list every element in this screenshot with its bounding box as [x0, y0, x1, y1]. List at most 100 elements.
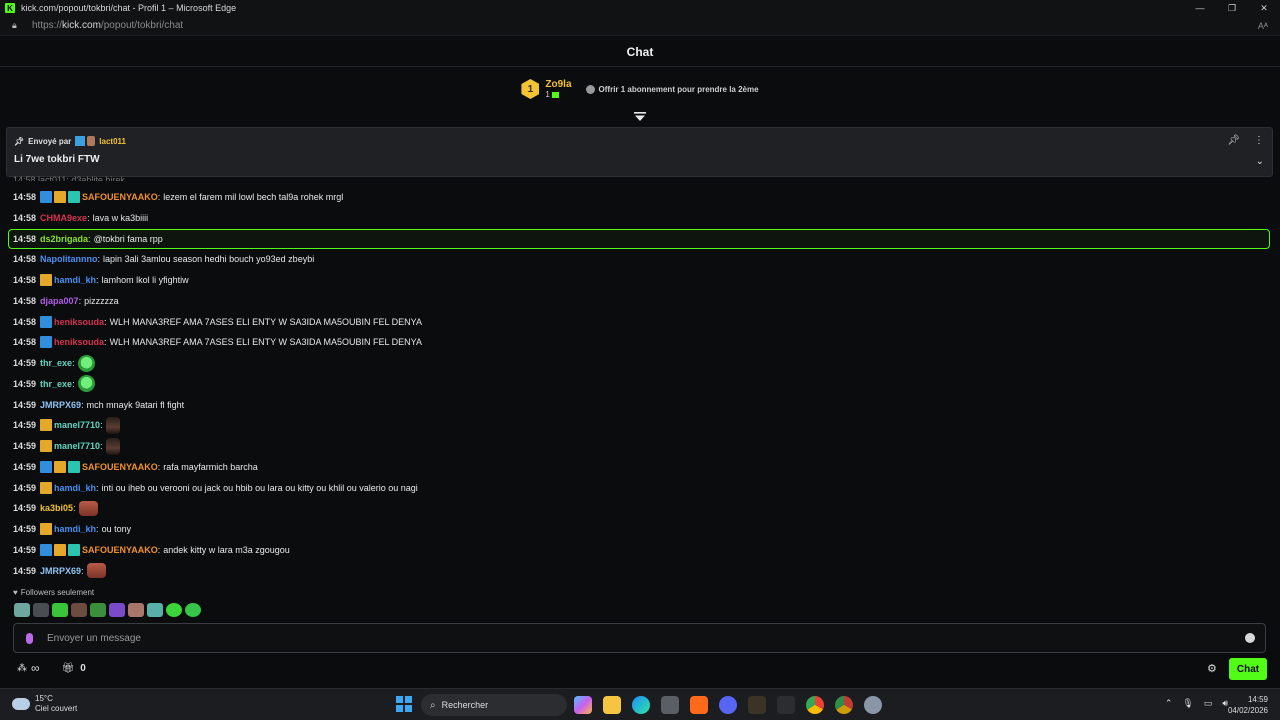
microphone-icon[interactable]	[26, 632, 33, 644]
message-username[interactable]: JMRPX69	[40, 566, 81, 576]
partially-hidden-message: 14:58 lact011: d3ahlite hirek	[13, 175, 125, 181]
user-badge-icon	[54, 543, 67, 556]
url-text[interactable]: https://kick.com/popout/tokbri/chat	[32, 20, 183, 31]
chat-message: 14:59 hamdi_kh: ou tony	[13, 520, 131, 538]
app-orange-icon[interactable]	[690, 696, 708, 714]
emote-1[interactable]	[14, 603, 30, 617]
chat-message: 14:59 SAFOUENYAAKO: rafa mayfarmich barcha	[13, 458, 258, 476]
app-c-icon[interactable]	[777, 696, 795, 714]
message-username[interactable]: manel7710	[54, 420, 100, 430]
chrome-alt-icon[interactable]	[835, 696, 853, 714]
mic-tray-icon[interactable]: 🎙︎	[1182, 698, 1193, 709]
game-icon[interactable]	[748, 696, 766, 714]
message-username[interactable]: JMRPX69	[40, 400, 81, 410]
message-time: 14:58	[13, 316, 37, 327]
message-username[interactable]: CHMA9exe	[40, 213, 87, 223]
read-aloud-icon[interactable]: Aᴬ	[1258, 21, 1268, 31]
message-username[interactable]: SAFOUENYAAKO	[82, 462, 158, 472]
emote-2[interactable]	[33, 603, 49, 617]
message-username[interactable]: SAFOUENYAAKO	[82, 545, 158, 555]
collapse-icon[interactable]	[634, 112, 646, 125]
message-username[interactable]: SAFOUENYAAKO	[82, 192, 158, 202]
lock-icon[interactable]: 🔒︎	[12, 20, 22, 31]
emote-image[interactable]	[86, 563, 106, 578]
message-separator: :	[96, 524, 99, 534]
offer-sub-button[interactable]: Offrir 1 abonnement pour prendre la 2ème	[585, 84, 759, 94]
close-window-button[interactable]: ✕	[1248, 0, 1280, 16]
emote-7[interactable]	[128, 603, 144, 617]
emote-image[interactable]	[105, 416, 120, 434]
store-icon[interactable]	[661, 696, 679, 714]
emote-6[interactable]	[109, 603, 125, 617]
message-username[interactable]: hamdi_kh	[54, 483, 96, 493]
message-time: 14:58	[13, 192, 37, 202]
copilot-icon[interactable]	[574, 696, 592, 714]
chevron-down-icon[interactable]: ⌄	[1256, 156, 1264, 167]
message-text: inti ou iheb ou verooni ou jack ou hbib …	[101, 482, 418, 493]
emote-3[interactable]	[52, 603, 68, 617]
emote-5[interactable]	[90, 603, 106, 617]
top-gifter[interactable]: Zo9la 1	[545, 79, 571, 99]
gift-box-icon[interactable]: 🎁︎	[62, 663, 75, 674]
message-username[interactable]: hamdi_kh	[54, 275, 96, 285]
channel-points-icon[interactable]: ⁂	[17, 663, 27, 674]
followers-only-notice: ♥ Followers seulement	[13, 588, 94, 597]
sent-by-label: Envoyé par	[28, 136, 72, 146]
message-username[interactable]: djapa007	[40, 296, 79, 306]
message-username[interactable]: ds2brigada	[40, 234, 88, 244]
message-username[interactable]: thr_exe	[40, 358, 72, 368]
emote-8[interactable]	[147, 603, 163, 617]
emote-image[interactable]	[105, 437, 120, 455]
emote-9[interactable]	[166, 603, 182, 617]
emote-image[interactable]	[78, 500, 98, 516]
more-options-icon[interactable]: ⋮	[1254, 135, 1264, 146]
emote-image[interactable]	[77, 375, 95, 393]
chat-message: 14:59 thr_exe:	[13, 354, 95, 372]
taskbar-clock[interactable]: 14:59 04/02/2026	[1228, 694, 1268, 716]
message-username[interactable]: heniksouda	[54, 337, 104, 347]
message-input[interactable]	[47, 632, 1197, 644]
unpin-icon[interactable]: 📌︎	[1227, 135, 1240, 146]
user-badge-icon	[68, 543, 81, 556]
message-username[interactable]: ka3bi05	[40, 503, 73, 513]
chevron-up-icon[interactable]: ⌃	[1165, 698, 1173, 709]
message-input-box[interactable]	[13, 623, 1266, 653]
clock-date: 04/02/2026	[1227, 706, 1268, 715]
windows-start-icon[interactable]	[396, 696, 412, 712]
address-bar[interactable]: 🔒︎ https://kick.com/popout/tokbri/chat A…	[0, 16, 1280, 36]
message-username[interactable]: manel7710	[54, 441, 100, 451]
message-separator: :	[104, 337, 107, 348]
window-controls: — ❐ ✕	[1184, 0, 1280, 16]
weather-widget[interactable]: 15°C Ciel couvert	[12, 694, 77, 714]
chat-message: 14:58 SAFOUENYAAKO: lezem el farem mil low…	[13, 188, 343, 206]
send-chat-button[interactable]: Chat	[1229, 658, 1267, 680]
emote-10[interactable]	[185, 603, 201, 617]
chat-message: 14:59 hamdi_kh: inti ou iheb ou verooni ou…	[13, 479, 418, 497]
chat-settings-icon[interactable]: ⚙	[1207, 662, 1217, 675]
message-time: 14:58	[13, 337, 37, 348]
message-username[interactable]: heniksouda	[54, 317, 104, 327]
message-time: 14:58	[13, 275, 37, 285]
message-username[interactable]: hamdi_kh	[54, 524, 96, 534]
pinned-username[interactable]: lact011	[99, 137, 126, 146]
emote-4[interactable]	[71, 603, 87, 617]
minimize-button[interactable]: —	[1184, 0, 1216, 16]
message-text: andek kitty w lara m3a zgougou	[163, 544, 290, 555]
pinned-actions: 📌︎ ⋮	[1227, 135, 1264, 146]
network-icon[interactable]: ▭	[1204, 698, 1213, 709]
settings-app-icon[interactable]	[864, 696, 882, 714]
file-explorer-icon[interactable]	[603, 696, 621, 714]
taskbar-search[interactable]: ⌕ Rechercher	[421, 694, 567, 716]
top-gifter-name[interactable]: Zo9la	[545, 79, 571, 90]
emote-image[interactable]	[77, 354, 95, 372]
weather-desc: Ciel couvert	[35, 704, 78, 713]
emoji-picker-icon[interactable]	[1245, 633, 1255, 643]
discord-icon[interactable]	[719, 696, 737, 714]
edge-icon[interactable]	[632, 696, 650, 714]
message-username[interactable]: Napolitannno	[40, 254, 98, 264]
infinity-icon[interactable]: ∞	[31, 661, 40, 675]
chat-header: Chat	[0, 37, 1280, 67]
maximize-button[interactable]: ❐	[1216, 0, 1248, 16]
chrome-icon[interactable]	[806, 696, 824, 714]
message-username[interactable]: thr_exe	[40, 379, 72, 389]
